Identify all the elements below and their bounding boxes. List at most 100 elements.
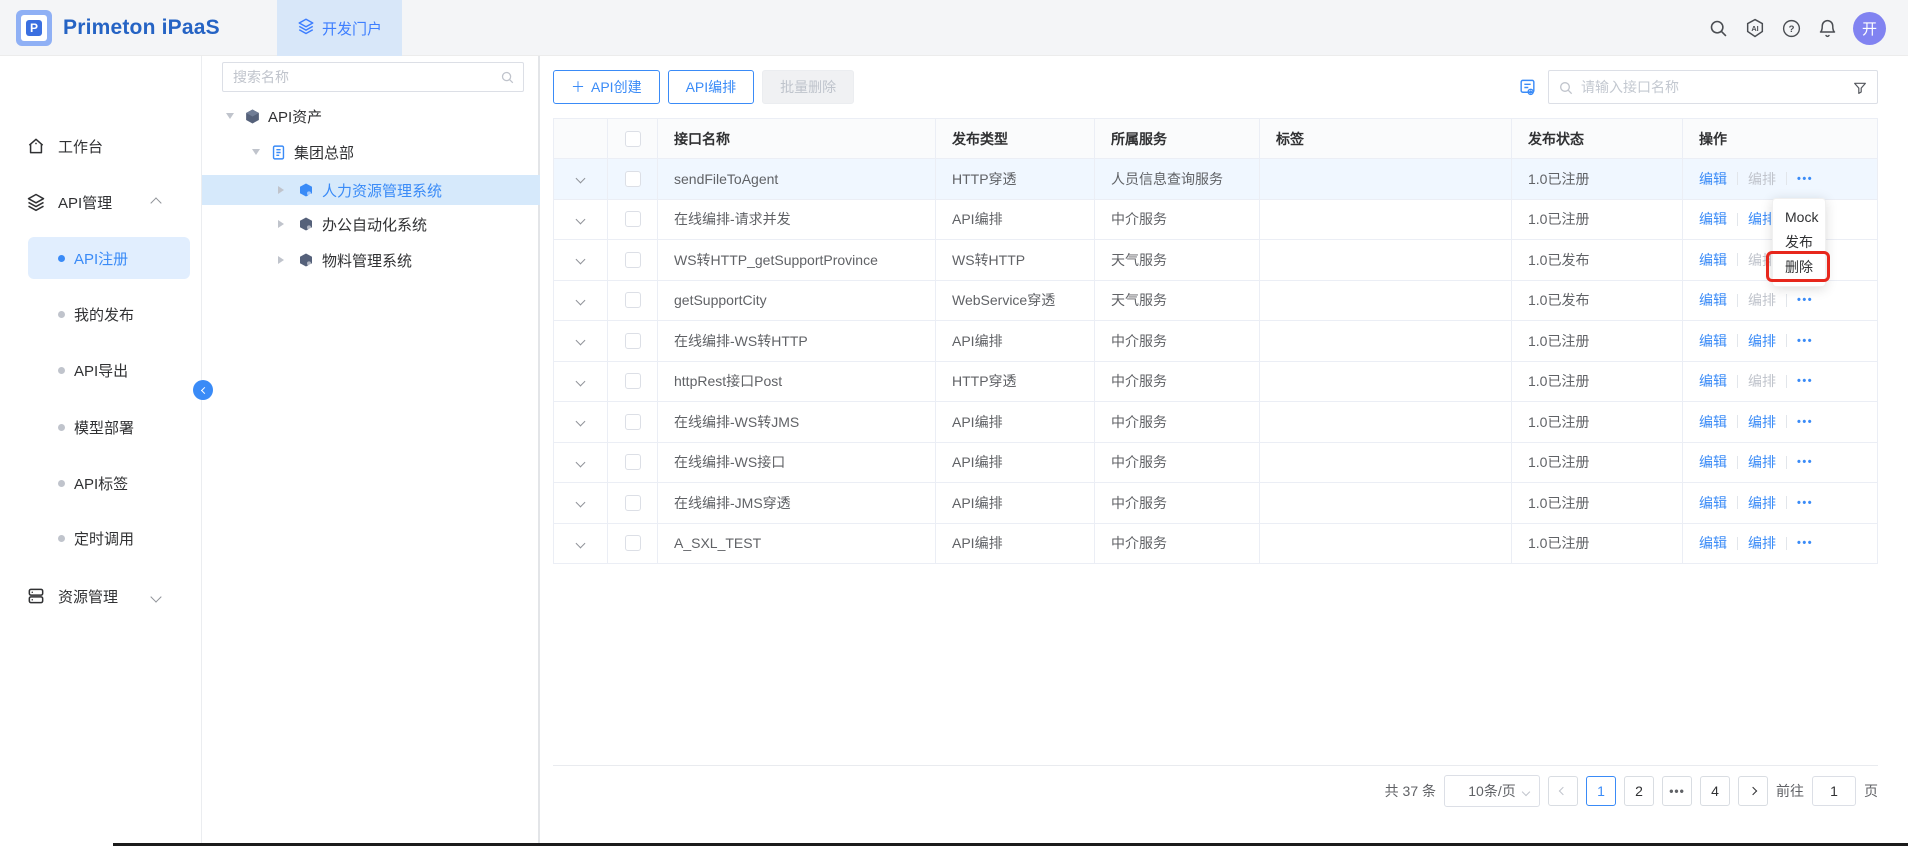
edit-link[interactable]: 编辑 — [1699, 533, 1727, 553]
expand-arrow-icon[interactable] — [278, 186, 284, 194]
sidebar-item-model-deploy[interactable]: 模型部署 — [0, 406, 202, 448]
tree-search-input[interactable] — [223, 63, 523, 91]
row-checkbox[interactable] — [625, 333, 641, 349]
header-icons: AI ? 开 — [1708, 0, 1886, 56]
dropdown-item-mock[interactable]: Mock — [1773, 205, 1825, 230]
tree-node-system-oa[interactable]: 办公自动化系统 — [202, 209, 540, 239]
search-icon[interactable] — [1708, 18, 1729, 39]
page-ellipsis-button[interactable]: ••• — [1662, 776, 1692, 806]
chevron-down-icon[interactable] — [576, 457, 586, 467]
user-avatar[interactable]: 开 — [1853, 12, 1886, 45]
row-checkbox[interactable] — [625, 292, 641, 308]
goto-label: 前往 — [1776, 781, 1804, 801]
page-button-1[interactable]: 1 — [1586, 776, 1616, 806]
ai-assistant-icon[interactable]: AI — [1744, 17, 1766, 39]
more-actions-button[interactable]: ••• — [1797, 294, 1813, 306]
sidebar-item-scheduled-call[interactable]: 定时调用 — [0, 517, 202, 559]
expand-arrow-icon[interactable] — [278, 256, 284, 264]
chevron-down-icon[interactable] — [576, 498, 586, 508]
orchestrate-link[interactable]: 编排 — [1748, 533, 1776, 553]
api-orchestrate-button[interactable]: API编排 — [668, 70, 755, 104]
edit-link[interactable]: 编辑 — [1699, 493, 1727, 513]
edit-link[interactable]: 编辑 — [1699, 452, 1727, 472]
sidebar-item-workbench[interactable]: 工作台 — [0, 130, 202, 162]
cell-actions: 编辑 编排 ••• — [1683, 483, 1877, 523]
sidebar-item-api-management[interactable]: API管理 — [0, 186, 202, 218]
orchestrate-link[interactable]: 编排 — [1748, 412, 1776, 432]
expand-arrow-icon[interactable] — [252, 149, 260, 155]
chevron-down-icon[interactable] — [576, 295, 586, 305]
layers-icon — [297, 17, 315, 39]
chevron-down-icon[interactable] — [576, 174, 586, 184]
edit-link[interactable]: 编辑 — [1699, 412, 1727, 432]
more-actions-button[interactable]: ••• — [1797, 375, 1813, 387]
more-actions-button[interactable]: ••• — [1797, 497, 1813, 509]
interface-search-input[interactable] — [1549, 71, 1877, 103]
row-checkbox[interactable] — [625, 211, 641, 227]
tab-developer-portal[interactable]: 开发门户 — [277, 0, 402, 56]
cell-tag — [1260, 240, 1512, 280]
next-page-button[interactable] — [1738, 776, 1768, 806]
chevron-down-icon[interactable] — [576, 376, 586, 386]
tree-node-api-assets[interactable]: API资产 — [202, 101, 540, 131]
sidebar-item-resource-management[interactable]: 资源管理 — [0, 580, 202, 612]
prev-page-button[interactable] — [1548, 776, 1578, 806]
sidebar-item-my-publish[interactable]: 我的发布 — [0, 293, 202, 335]
row-checkbox[interactable] — [625, 252, 641, 268]
dropdown-item-publish[interactable]: 发布 — [1773, 230, 1825, 255]
sidebar-item-api-export[interactable]: API导出 — [0, 349, 202, 391]
cell-interface-name: 在线编排-WS接口 — [658, 443, 936, 483]
expand-arrow-icon[interactable] — [278, 220, 284, 228]
col-header-action: 操作 — [1683, 119, 1877, 158]
row-checkbox[interactable] — [625, 454, 641, 470]
more-actions-button[interactable]: ••• — [1797, 416, 1813, 428]
row-checkbox[interactable] — [625, 495, 641, 511]
edit-link[interactable]: 编辑 — [1699, 331, 1727, 351]
orchestrate-link[interactable]: 编排 — [1748, 371, 1776, 391]
chevron-down-icon[interactable] — [576, 417, 586, 427]
page-size-select[interactable]: 10条/页 — [1444, 775, 1540, 807]
orchestrate-link[interactable]: 编排 — [1748, 493, 1776, 513]
tree-node-system-hr[interactable]: 人力资源管理系统 — [202, 175, 540, 205]
more-actions-button[interactable]: ••• — [1797, 456, 1813, 468]
dropdown-item-delete[interactable]: 删除 — [1773, 255, 1825, 280]
edit-link[interactable]: 编辑 — [1699, 209, 1727, 229]
bell-icon[interactable] — [1817, 18, 1838, 39]
sidebar-item-api-register[interactable]: API注册 — [28, 237, 190, 279]
expand-arrow-icon[interactable] — [226, 113, 234, 119]
funnel-icon[interactable] — [1852, 80, 1868, 99]
more-actions-button[interactable]: ••• — [1797, 537, 1813, 549]
chevron-down-icon[interactable] — [576, 214, 586, 224]
page-button-2[interactable]: 2 — [1624, 776, 1654, 806]
batch-delete-button[interactable]: 批量删除 — [762, 70, 854, 104]
orchestrate-link[interactable]: 编排 — [1748, 169, 1776, 189]
tree-collapse-toggle[interactable] — [193, 380, 213, 400]
row-expand-cell — [554, 200, 608, 240]
edit-link[interactable]: 编辑 — [1699, 169, 1727, 189]
goto-page-input[interactable] — [1812, 776, 1856, 806]
tree-node-group-hq[interactable]: 集团总部 — [202, 137, 540, 167]
orchestrate-link[interactable]: 编排 — [1748, 331, 1776, 351]
edit-link[interactable]: 编辑 — [1699, 371, 1727, 391]
more-actions-button[interactable]: ••• — [1797, 173, 1813, 185]
row-checkbox[interactable] — [625, 373, 641, 389]
orchestrate-link[interactable]: 编排 — [1748, 290, 1776, 310]
row-expand-cell — [554, 321, 608, 361]
edit-link[interactable]: 编辑 — [1699, 290, 1727, 310]
row-checkbox[interactable] — [625, 535, 641, 551]
sidebar-item-api-tags[interactable]: API标签 — [0, 462, 202, 504]
help-icon[interactable]: ? — [1781, 18, 1802, 39]
orchestrate-link[interactable]: 编排 — [1748, 452, 1776, 472]
row-checkbox[interactable] — [625, 171, 641, 187]
page-button-4[interactable]: 4 — [1700, 776, 1730, 806]
api-doc-icon[interactable] — [1518, 78, 1537, 100]
row-checkbox[interactable] — [625, 414, 641, 430]
api-create-button[interactable]: ＋ API创建 — [553, 70, 660, 104]
more-actions-button[interactable]: ••• — [1797, 335, 1813, 347]
chevron-down-icon[interactable] — [576, 255, 586, 265]
chevron-down-icon[interactable] — [576, 336, 586, 346]
edit-link[interactable]: 编辑 — [1699, 250, 1727, 270]
chevron-down-icon[interactable] — [576, 538, 586, 548]
tree-node-system-material[interactable]: 物料管理系统 — [202, 245, 540, 275]
select-all-checkbox[interactable] — [625, 131, 641, 147]
